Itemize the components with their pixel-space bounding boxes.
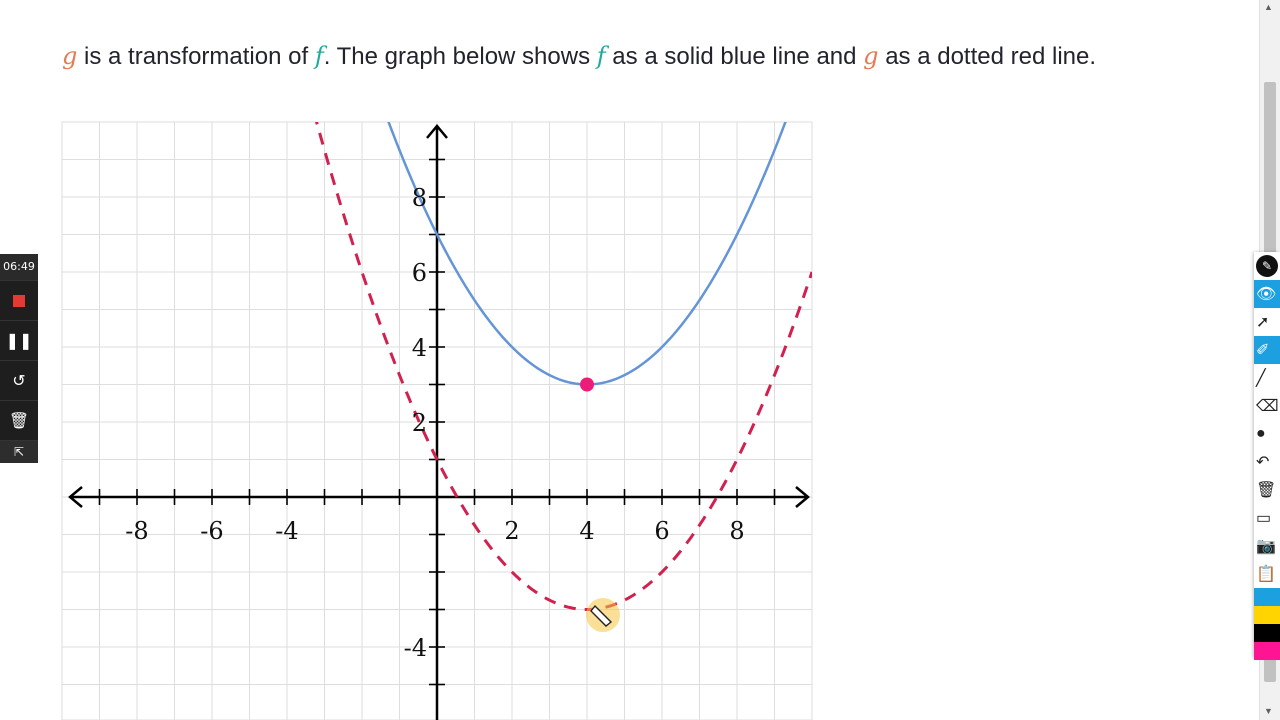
y-tick-label: 4 xyxy=(412,334,427,362)
eraser-button[interactable]: ⌫ xyxy=(1254,392,1280,420)
points[interactable] xyxy=(580,377,594,392)
highlighter-icon: ✐ xyxy=(1256,342,1270,359)
recorder-panel: 06:49 ❚❚ ↺ 🗑 ⇱ xyxy=(0,254,38,463)
line-button[interactable]: ╱ xyxy=(1254,364,1280,392)
stop-button[interactable] xyxy=(0,280,38,320)
y-tick-label: -4 xyxy=(404,634,427,662)
undo-button[interactable]: ↶ xyxy=(1254,448,1280,476)
trash-icon: 🗑 xyxy=(8,412,30,430)
recording-timer: 06:49 xyxy=(0,254,38,280)
x-tick-label: 8 xyxy=(729,517,744,545)
line-icon: ╱ xyxy=(1256,370,1266,387)
scroll-down-icon[interactable]: ▼ xyxy=(1264,706,1273,716)
eraser-icon: ⌫ xyxy=(1256,398,1279,415)
x-tick-label: -4 xyxy=(275,517,298,545)
y-tick-label: 6 xyxy=(412,259,427,287)
expand-icon: ⇱ xyxy=(13,445,25,459)
x-tick-label: 4 xyxy=(579,517,594,545)
dot-icon: ● xyxy=(1256,425,1266,442)
undo-icon: ↶ xyxy=(1256,454,1270,471)
color-swatch[interactable] xyxy=(1254,624,1280,642)
x-tick-label: 6 xyxy=(654,517,669,545)
color-swatch[interactable] xyxy=(1254,642,1280,660)
trash-icon: 🗑 xyxy=(1256,482,1277,499)
x-tick-label: -8 xyxy=(125,517,148,545)
restart-icon: ↺ xyxy=(12,372,26,390)
pause-icon: ❚❚ xyxy=(5,332,33,350)
highlighter-button[interactable]: ✐ xyxy=(1254,336,1280,364)
clear-button[interactable]: 🗑 xyxy=(1254,476,1280,504)
coordinate-graph[interactable]: -8 -6 -4 2 4 6 8 8 6 4 2 -4 xyxy=(0,0,1280,720)
cursor-button[interactable]: ➚ xyxy=(1254,308,1280,336)
annotation-toolbar: ✎ 👁 ➚ ✐ ╱ ⌫ ● ↶ 🗑 ▭ 📷 📋 xyxy=(1254,252,1280,660)
eye-icon: 👁 xyxy=(1256,286,1277,303)
scroll-up-icon[interactable]: ▲ xyxy=(1264,2,1273,12)
restart-button[interactable]: ↺ xyxy=(0,360,38,400)
camera-icon: 📷 xyxy=(1256,538,1276,555)
x-tick-label: -6 xyxy=(200,517,223,545)
screenshot-button[interactable]: 📷 xyxy=(1254,532,1280,560)
pen-logo-button[interactable]: ✎ xyxy=(1254,252,1280,280)
y-tick-label: 8 xyxy=(412,184,427,212)
dot-button[interactable]: ● xyxy=(1254,420,1280,448)
clipboard-button[interactable]: 📋 xyxy=(1254,560,1280,588)
stop-icon xyxy=(13,294,25,307)
color-swatches xyxy=(1254,588,1280,660)
expand-button[interactable]: ⇱ xyxy=(0,440,38,463)
delete-button[interactable]: 🗑 xyxy=(0,400,38,440)
vertex-point[interactable] xyxy=(580,377,594,392)
cursor-icon: ➚ xyxy=(1256,314,1270,331)
eye-button[interactable]: 👁 xyxy=(1254,280,1280,308)
pause-button[interactable]: ❚❚ xyxy=(0,320,38,360)
y-tick-label: 2 xyxy=(412,409,427,437)
x-tick-label: 2 xyxy=(504,517,519,545)
pen-cursor xyxy=(586,598,620,632)
clipboard-icon: 📋 xyxy=(1256,566,1276,583)
whiteboard-button[interactable]: ▭ xyxy=(1254,504,1280,532)
color-swatch[interactable] xyxy=(1254,606,1280,624)
pen-logo-icon: ✎ xyxy=(1256,255,1278,277)
whiteboard-icon: ▭ xyxy=(1256,510,1272,527)
color-swatch[interactable] xyxy=(1254,588,1280,606)
